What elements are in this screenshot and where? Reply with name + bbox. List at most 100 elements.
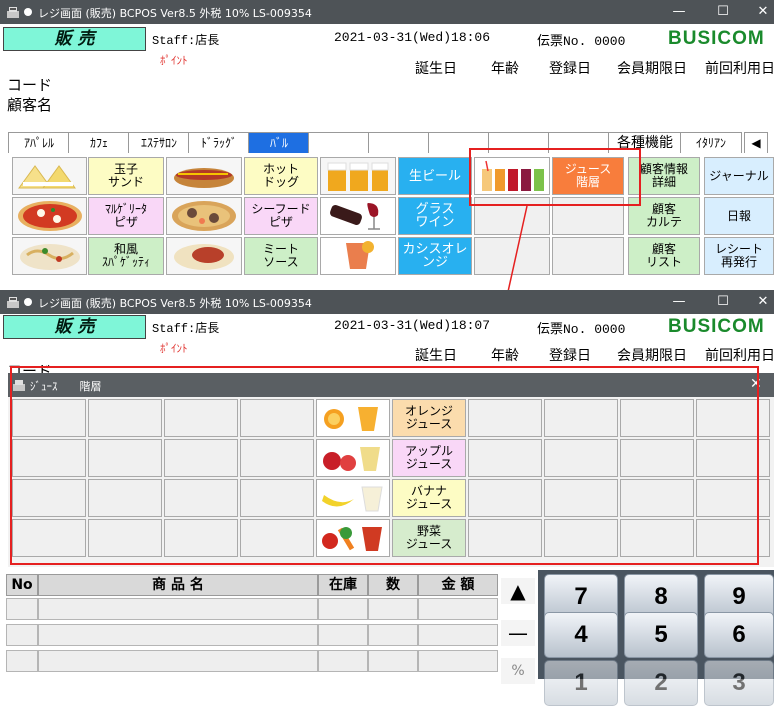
product-image-sandwich[interactable]	[12, 157, 87, 195]
empty-juice-slot[interactable]	[544, 439, 618, 477]
empty-juice-slot[interactable]	[240, 479, 314, 517]
customer-chart-button[interactable]: 顧客 カルテ	[628, 197, 700, 235]
product-draft-beer-button[interactable]: 生ビール	[398, 157, 472, 195]
close-button[interactable]: ✕	[750, 3, 774, 21]
empty-product-slot[interactable]	[474, 197, 550, 235]
juice-banana-button[interactable]: バナナ ジュース	[392, 479, 466, 517]
product-image-cassis-orange[interactable]	[320, 237, 396, 275]
tab-empty-2[interactable]	[368, 132, 430, 153]
empty-juice-slot[interactable]	[468, 439, 542, 477]
empty-juice-slot[interactable]	[696, 439, 770, 477]
product-image-wine[interactable]	[320, 197, 396, 235]
empty-juice-slot[interactable]	[88, 479, 162, 517]
product-image-japanese-spaghetti[interactable]	[12, 237, 87, 275]
key-5[interactable]: 5	[624, 612, 698, 658]
popup-close-button[interactable]: ✕	[750, 376, 762, 392]
empty-juice-slot[interactable]	[544, 399, 618, 437]
tab-italian[interactable]: ｲﾀﾘｱﾝ	[680, 132, 742, 153]
tab-empty-4[interactable]	[488, 132, 550, 153]
juice-apple-button[interactable]: アップル ジュース	[392, 439, 466, 477]
juice-vegetable-button[interactable]: 野菜 ジュース	[392, 519, 466, 557]
empty-juice-slot[interactable]	[12, 439, 86, 477]
tab-cafe[interactable]: ｶﾌｪ	[68, 132, 130, 153]
empty-juice-slot[interactable]	[164, 399, 238, 437]
key-4[interactable]: 4	[544, 612, 618, 658]
product-margherita-button[interactable]: ﾏﾙｹﾞﾘｰﾀ ピザ	[88, 197, 164, 235]
key-1[interactable]: 1	[544, 660, 618, 706]
empty-juice-slot[interactable]	[696, 519, 770, 557]
juice-image-orange[interactable]	[316, 399, 390, 437]
product-japanese-spaghetti-button[interactable]: 和風 ｽﾊﾟｹﾞｯﾃｨ	[88, 237, 164, 275]
empty-juice-slot[interactable]	[468, 479, 542, 517]
percent-button[interactable]: %	[501, 658, 535, 684]
empty-juice-slot[interactable]	[620, 479, 694, 517]
juice-image-banana[interactable]	[316, 479, 390, 517]
product-hotdog-button[interactable]: ホット ドッグ	[244, 157, 318, 195]
juice-image-apple[interactable]	[316, 439, 390, 477]
daily-report-button[interactable]: 日報	[704, 197, 774, 235]
tab-apparel[interactable]: ｱﾊﾟﾚﾙ	[8, 132, 70, 153]
empty-juice-slot[interactable]	[88, 399, 162, 437]
empty-juice-slot[interactable]	[544, 479, 618, 517]
empty-product-slot[interactable]	[552, 237, 624, 275]
empty-juice-slot[interactable]	[164, 479, 238, 517]
empty-juice-slot[interactable]	[620, 399, 694, 437]
juice-layer-image[interactable]	[474, 157, 550, 195]
empty-juice-slot[interactable]	[240, 519, 314, 557]
tab-empty-5[interactable]	[548, 132, 610, 153]
close-button[interactable]: ✕	[750, 293, 774, 311]
minimize-button[interactable]: —	[666, 3, 692, 21]
product-egg-sandwich-button[interactable]: 玉子 サンド	[88, 157, 164, 195]
maximize-button[interactable]: ☐	[710, 293, 736, 311]
product-glass-wine-button[interactable]: グラス ワイン	[398, 197, 472, 235]
key-2[interactable]: 2	[624, 660, 698, 706]
juice-image-vegetable[interactable]	[316, 519, 390, 557]
empty-juice-slot[interactable]	[696, 399, 770, 437]
empty-juice-slot[interactable]	[88, 439, 162, 477]
empty-juice-slot[interactable]	[696, 479, 770, 517]
receipt-reissue-button[interactable]: レシート 再発行	[704, 237, 774, 275]
empty-juice-slot[interactable]	[620, 439, 694, 477]
tab-scroll-left[interactable]: ◀	[744, 132, 768, 153]
tab-bar[interactable]: ﾊﾞﾙ	[248, 132, 310, 153]
journal-button[interactable]: ジャーナル	[704, 157, 774, 195]
empty-juice-slot[interactable]	[544, 519, 618, 557]
empty-juice-slot[interactable]	[468, 519, 542, 557]
product-image-seafood-pizza[interactable]	[166, 197, 242, 235]
juice-orange-button[interactable]: オレンジ ジュース	[392, 399, 466, 437]
tab-drug[interactable]: ﾄﾞﾗｯｸﾞ	[188, 132, 250, 153]
product-image-margherita[interactable]	[12, 197, 87, 235]
datetime-label: 2021-03-31(Wed)18:07	[334, 318, 491, 333]
empty-product-slot[interactable]	[552, 197, 624, 235]
empty-juice-slot[interactable]	[12, 479, 86, 517]
product-image-meat-sauce[interactable]	[166, 237, 242, 275]
key-6[interactable]: 6	[704, 612, 774, 658]
minus-button[interactable]: —	[501, 620, 535, 646]
empty-juice-slot[interactable]	[164, 519, 238, 557]
empty-juice-slot[interactable]	[240, 399, 314, 437]
empty-juice-slot[interactable]	[240, 439, 314, 477]
empty-juice-slot[interactable]	[88, 519, 162, 557]
product-meat-sauce-button[interactable]: ミート ソース	[244, 237, 318, 275]
product-seafood-pizza-button[interactable]: シーフード ピザ	[244, 197, 318, 235]
tab-empty-3[interactable]	[428, 132, 490, 153]
empty-juice-slot[interactable]	[468, 399, 542, 437]
empty-juice-slot[interactable]	[12, 519, 86, 557]
tab-functions[interactable]: 各種機能	[608, 132, 682, 153]
customer-list-button[interactable]: 顧客 リスト	[628, 237, 700, 275]
product-cassis-orange-button[interactable]: カシスオレ ンジ	[398, 237, 472, 275]
tab-empty-1[interactable]	[308, 132, 370, 153]
empty-juice-slot[interactable]	[164, 439, 238, 477]
minimize-button[interactable]: —	[666, 293, 692, 311]
customer-detail-button[interactable]: 顧客情報 詳細	[628, 157, 700, 195]
scroll-up-button[interactable]: ▲	[501, 578, 535, 604]
product-image-hotdog[interactable]	[166, 157, 242, 195]
key-3[interactable]: 3	[704, 660, 774, 706]
maximize-button[interactable]: ☐	[710, 3, 736, 21]
empty-juice-slot[interactable]	[12, 399, 86, 437]
empty-juice-slot[interactable]	[620, 519, 694, 557]
juice-layer-button[interactable]: ジュース 階層	[552, 157, 624, 195]
tab-esthe-salon[interactable]: ｴｽﾃｻﾛﾝ	[128, 132, 190, 153]
empty-product-slot[interactable]	[474, 237, 550, 275]
product-image-beer[interactable]	[320, 157, 396, 195]
